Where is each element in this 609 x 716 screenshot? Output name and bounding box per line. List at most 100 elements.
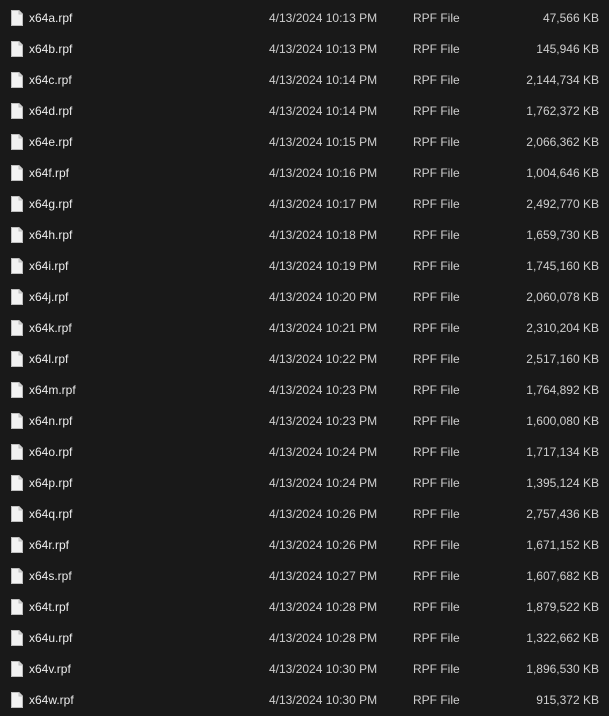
file-name[interactable]: x64n.rpf [29,414,72,428]
file-row[interactable]: x64m.rpf 4/13/2024 10:23 PM RPF File 1,7… [0,375,609,406]
file-name[interactable]: x64p.rpf [29,476,72,490]
file-name[interactable]: x64b.rpf [29,42,72,56]
file-date-modified: 4/13/2024 10:26 PM [269,507,378,521]
document-file-icon [11,258,23,274]
file-type: RPF File [413,73,460,87]
file-type: RPF File [413,507,460,521]
file-type: RPF File [413,321,460,335]
file-row[interactable]: x64v.rpf 4/13/2024 10:30 PM RPF File 1,8… [0,654,609,685]
document-file-icon [11,568,23,584]
document-file-icon [11,41,23,57]
file-row[interactable]: x64p.rpf 4/13/2024 10:24 PM RPF File 1,3… [0,468,609,499]
file-type: RPF File [413,42,460,56]
file-row[interactable]: x64k.rpf 4/13/2024 10:21 PM RPF File 2,3… [0,313,609,344]
file-row[interactable]: x64g.rpf 4/13/2024 10:17 PM RPF File 2,4… [0,189,609,220]
file-row[interactable]: x64j.rpf 4/13/2024 10:20 PM RPF File 2,0… [0,282,609,313]
file-size: 2,517,160 KB [526,352,599,366]
file-size: 1,745,160 KB [526,259,599,273]
file-row[interactable]: x64i.rpf 4/13/2024 10:19 PM RPF File 1,7… [0,251,609,282]
file-row[interactable]: x64t.rpf 4/13/2024 10:28 PM RPF File 1,8… [0,592,609,623]
file-list: x64a.rpf 4/13/2024 10:13 PM RPF File 47,… [0,0,609,716]
file-date-modified: 4/13/2024 10:18 PM [269,228,378,242]
document-file-icon [11,196,23,212]
file-row[interactable]: x64c.rpf 4/13/2024 10:14 PM RPF File 2,1… [0,65,609,96]
file-name[interactable]: x64t.rpf [29,600,69,614]
file-date-modified: 4/13/2024 10:19 PM [269,259,378,273]
document-file-icon [11,599,23,615]
file-name[interactable]: x64e.rpf [29,135,72,149]
file-type: RPF File [413,414,460,428]
file-name[interactable]: x64q.rpf [29,507,72,521]
file-name[interactable]: x64f.rpf [29,166,69,180]
file-size: 47,566 KB [542,11,599,25]
file-size: 1,671,152 KB [526,538,599,552]
file-row[interactable]: x64r.rpf 4/13/2024 10:26 PM RPF File 1,6… [0,530,609,561]
file-name[interactable]: x64c.rpf [29,73,72,87]
document-file-icon [11,630,23,646]
file-row[interactable]: x64h.rpf 4/13/2024 10:18 PM RPF File 1,6… [0,220,609,251]
file-name[interactable]: x64v.rpf [29,662,71,676]
file-size: 915,372 KB [536,693,599,707]
file-name[interactable]: x64h.rpf [29,228,72,242]
file-name[interactable]: x64j.rpf [29,290,68,304]
file-type: RPF File [413,197,460,211]
document-file-icon [11,351,23,367]
file-row[interactable]: x64q.rpf 4/13/2024 10:26 PM RPF File 2,7… [0,499,609,530]
file-type: RPF File [413,228,460,242]
file-date-modified: 4/13/2024 10:23 PM [269,383,378,397]
file-name[interactable]: x64u.rpf [29,631,72,645]
file-row[interactable]: x64n.rpf 4/13/2024 10:23 PM RPF File 1,6… [0,406,609,437]
file-size: 2,757,436 KB [526,507,599,521]
file-date-modified: 4/13/2024 10:15 PM [269,135,378,149]
file-size: 2,310,204 KB [526,321,599,335]
file-date-modified: 4/13/2024 10:30 PM [269,693,378,707]
document-file-icon [11,506,23,522]
document-file-icon [11,444,23,460]
file-row[interactable]: x64e.rpf 4/13/2024 10:15 PM RPF File 2,0… [0,127,609,158]
file-row[interactable]: x64a.rpf 4/13/2024 10:13 PM RPF File 47,… [0,3,609,34]
file-type: RPF File [413,290,460,304]
file-size: 1,322,662 KB [526,631,599,645]
document-file-icon [11,413,23,429]
file-row[interactable]: x64d.rpf 4/13/2024 10:14 PM RPF File 1,7… [0,96,609,127]
file-date-modified: 4/13/2024 10:26 PM [269,538,378,552]
file-type: RPF File [413,259,460,273]
file-name[interactable]: x64s.rpf [29,569,72,583]
file-name[interactable]: x64i.rpf [29,259,68,273]
file-row[interactable]: x64s.rpf 4/13/2024 10:27 PM RPF File 1,6… [0,561,609,592]
file-type: RPF File [413,352,460,366]
file-row[interactable]: x64b.rpf 4/13/2024 10:13 PM RPF File 145… [0,34,609,65]
file-date-modified: 4/13/2024 10:17 PM [269,197,378,211]
file-size: 2,492,770 KB [526,197,599,211]
file-size: 2,066,362 KB [526,135,599,149]
file-name[interactable]: x64k.rpf [29,321,72,335]
file-date-modified: 4/13/2024 10:23 PM [269,414,378,428]
file-name[interactable]: x64o.rpf [29,445,72,459]
file-name[interactable]: x64w.rpf [29,693,74,707]
document-file-icon [11,382,23,398]
file-row[interactable]: x64u.rpf 4/13/2024 10:28 PM RPF File 1,3… [0,623,609,654]
file-row[interactable]: x64f.rpf 4/13/2024 10:16 PM RPF File 1,0… [0,158,609,189]
document-file-icon [11,227,23,243]
file-name[interactable]: x64g.rpf [29,197,72,211]
document-file-icon [11,475,23,491]
file-date-modified: 4/13/2024 10:24 PM [269,445,378,459]
document-file-icon [11,72,23,88]
file-date-modified: 4/13/2024 10:21 PM [269,321,378,335]
file-name[interactable]: x64r.rpf [29,538,69,552]
file-name[interactable]: x64a.rpf [29,11,72,25]
file-size: 1,896,530 KB [526,662,599,676]
file-date-modified: 4/13/2024 10:24 PM [269,476,378,490]
file-type: RPF File [413,11,460,25]
file-row[interactable]: x64o.rpf 4/13/2024 10:24 PM RPF File 1,7… [0,437,609,468]
file-date-modified: 4/13/2024 10:20 PM [269,290,378,304]
file-name[interactable]: x64l.rpf [29,352,68,366]
file-name[interactable]: x64m.rpf [29,383,76,397]
file-date-modified: 4/13/2024 10:13 PM [269,11,378,25]
document-file-icon [11,289,23,305]
file-row[interactable]: x64l.rpf 4/13/2024 10:22 PM RPF File 2,5… [0,344,609,375]
file-type: RPF File [413,135,460,149]
document-file-icon [11,537,23,553]
file-row[interactable]: x64w.rpf 4/13/2024 10:30 PM RPF File 915… [0,685,609,716]
file-name[interactable]: x64d.rpf [29,104,72,118]
